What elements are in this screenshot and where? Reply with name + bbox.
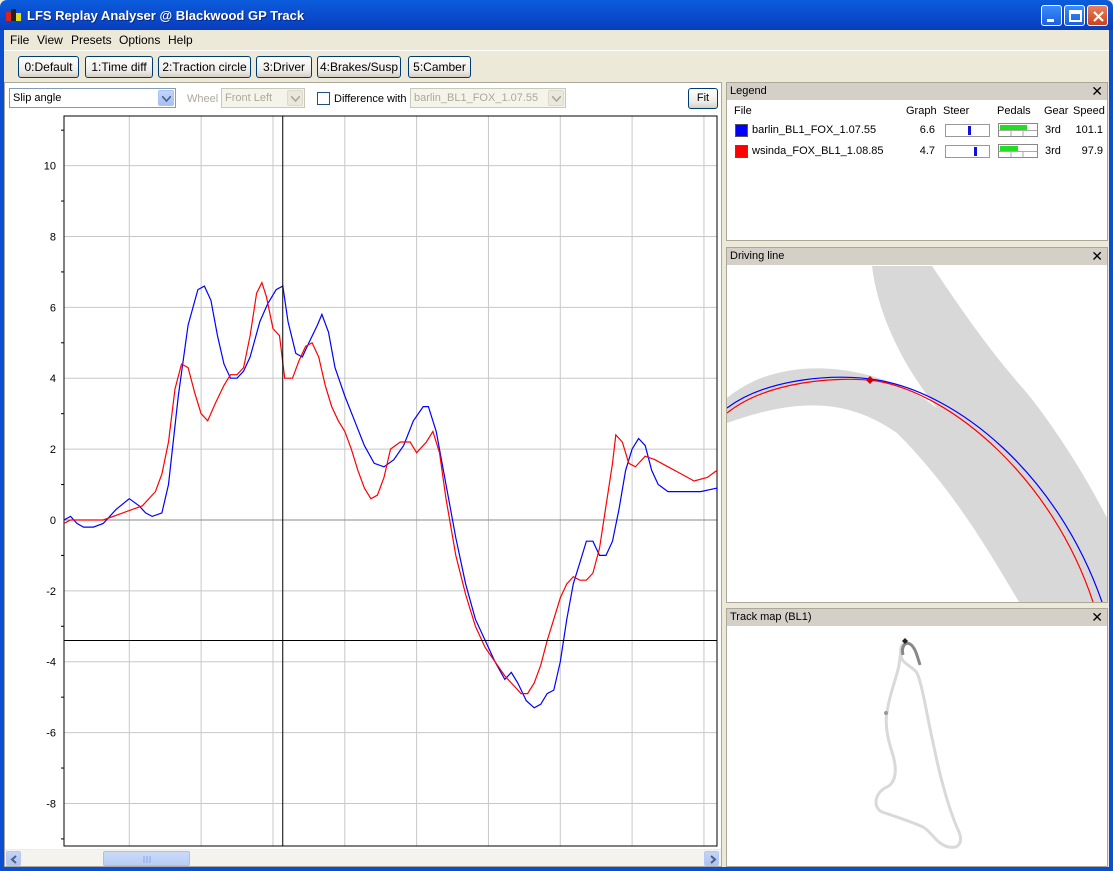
- horizontal-scrollbar[interactable]: [5, 849, 721, 866]
- y-tick-label: 0: [50, 515, 56, 527]
- legend-file: barlin_BL1_FOX_1.07.55: [752, 124, 877, 136]
- title-bar[interactable]: LFS Replay Analyser @ Blackwood GP Track: [0, 0, 1113, 30]
- legend-row[interactable]: wsinda_FOX_BL1_1.08.85 4.7 3rd 97.9: [727, 142, 1107, 162]
- y-tick-label: -2: [46, 586, 56, 598]
- close-icon[interactable]: ✕: [1091, 83, 1103, 99]
- chevron-down-icon[interactable]: [158, 90, 174, 106]
- col-pedals: Pedals: [997, 105, 1031, 117]
- wheel-label: Wheel: [187, 93, 219, 105]
- track-map-header: Track map (BL1) ✕: [727, 609, 1107, 626]
- preset-default-button[interactable]: 0:Default: [18, 56, 79, 78]
- legend-graph-value: 4.7: [919, 145, 935, 157]
- preset-traction-circle-button[interactable]: 2:Traction circle: [158, 56, 251, 78]
- menu-view[interactable]: View: [37, 33, 63, 47]
- wheel-select-value: Front Left: [225, 92, 273, 104]
- scroll-thumb[interactable]: [103, 851, 190, 866]
- steer-indicator: [945, 124, 990, 137]
- legend-speed: 97.9: [1081, 145, 1103, 157]
- window-title: LFS Replay Analyser @ Blackwood GP Track: [27, 8, 305, 23]
- track-map-view[interactable]: [727, 627, 1107, 867]
- menu-file[interactable]: File: [10, 33, 29, 47]
- preset-brakes-susp-button[interactable]: 4:Brakes/Susp: [317, 56, 401, 78]
- fit-button[interactable]: Fit: [688, 88, 718, 109]
- scroll-left-button[interactable]: [6, 851, 21, 866]
- col-speed: Speed: [1073, 105, 1105, 117]
- y-tick-label: 2: [50, 444, 56, 456]
- plot-frame: [63, 115, 718, 847]
- y-tick-label: 6: [50, 302, 56, 314]
- app-icon: [6, 8, 22, 22]
- legend-gear: 3rd: [1045, 145, 1061, 157]
- col-steer: Steer: [943, 105, 970, 117]
- throttle-bar: [1000, 146, 1018, 151]
- driving-line-title: Driving line: [730, 250, 785, 262]
- difference-file-select[interactable]: barlin_BL1_FOX_1.07.55: [410, 88, 566, 108]
- channel-select-value: Slip angle: [13, 92, 62, 104]
- legend-panel: Legend ✕ File Graph Steer Pedals Gear Sp…: [726, 82, 1108, 241]
- pedal-indicator: [998, 123, 1038, 137]
- track-point: [884, 711, 888, 715]
- throttle-bar: [1000, 125, 1027, 130]
- y-tick-label: -6: [46, 728, 56, 740]
- legend-gear: 3rd: [1045, 124, 1061, 136]
- pedal-indicator: [998, 144, 1038, 158]
- close-icon[interactable]: ✕: [1091, 609, 1103, 625]
- driving-line-header: Driving line ✕: [727, 248, 1107, 265]
- preset-camber-button[interactable]: 5:Camber: [408, 56, 471, 78]
- series-line: [63, 281, 718, 695]
- legend-speed: 101.1: [1075, 124, 1103, 136]
- slip-angle-chart[interactable]: -8 -6 -4 -2 0 2 4 6 8 10: [5, 113, 721, 852]
- menu-help[interactable]: Help: [168, 33, 193, 47]
- steer-mark: [968, 126, 971, 135]
- chevron-down-icon[interactable]: [548, 90, 564, 106]
- y-tick-label: -8: [46, 798, 56, 810]
- channel-select[interactable]: Slip angle: [9, 88, 176, 108]
- graph-controls: Slip angle Wheel Front Left Difference w…: [5, 83, 721, 113]
- col-graph: Graph: [906, 105, 937, 117]
- legend-graph-value: 6.6: [919, 124, 935, 136]
- chevron-down-icon[interactable]: [287, 90, 303, 106]
- menu-bar: File View Presets Options Help: [4, 30, 1109, 50]
- track-map-panel: Track map (BL1) ✕: [726, 608, 1108, 867]
- preset-time-diff-button[interactable]: 1:Time diff: [85, 56, 153, 78]
- series-color-swatch: [735, 124, 748, 137]
- maximize-button[interactable]: [1064, 5, 1085, 26]
- menu-options[interactable]: Options: [119, 33, 160, 47]
- close-button[interactable]: [1087, 5, 1108, 26]
- window-frame-bottom: [0, 867, 1113, 871]
- series-line: [63, 285, 718, 709]
- wheel-select[interactable]: Front Left: [221, 88, 305, 108]
- track-outline: [874, 640, 963, 849]
- preset-toolbar: 0:Default 1:Time diff 2:Traction circle …: [4, 50, 1109, 82]
- y-tick-label: 10: [44, 161, 56, 173]
- y-tick-label: -4: [46, 657, 56, 669]
- difference-checkbox[interactable]: [317, 92, 330, 105]
- driving-line-panel: Driving line ✕: [726, 247, 1108, 603]
- preset-driver-button[interactable]: 3:Driver: [256, 56, 312, 78]
- y-tick-label: 8: [50, 231, 56, 243]
- track-map-title: Track map (BL1): [730, 611, 812, 623]
- difference-file-value: barlin_BL1_FOX_1.07.55: [414, 92, 539, 104]
- legend-file: wsinda_FOX_BL1_1.08.85: [752, 145, 884, 157]
- legend-header: Legend ✕: [727, 83, 1107, 100]
- difference-label: Difference with: [334, 93, 407, 105]
- window-frame-right: [1109, 30, 1113, 871]
- minimize-button[interactable]: [1041, 5, 1062, 26]
- y-tick-label: 4: [50, 373, 56, 385]
- legend-title: Legend: [730, 85, 767, 97]
- graph-panel: Slip angle Wheel Front Left Difference w…: [4, 82, 722, 867]
- steer-mark: [974, 147, 977, 156]
- col-gear: Gear: [1044, 105, 1069, 117]
- driving-line-view[interactable]: [727, 248, 1107, 602]
- series-color-swatch: [735, 145, 748, 158]
- close-icon[interactable]: ✕: [1091, 248, 1103, 264]
- legend-row[interactable]: barlin_BL1_FOX_1.07.55 6.6 3rd 101.1: [727, 121, 1107, 141]
- scroll-right-button[interactable]: [704, 851, 719, 866]
- menu-presets[interactable]: Presets: [71, 33, 112, 47]
- col-file: File: [734, 105, 752, 117]
- steer-indicator: [945, 145, 990, 158]
